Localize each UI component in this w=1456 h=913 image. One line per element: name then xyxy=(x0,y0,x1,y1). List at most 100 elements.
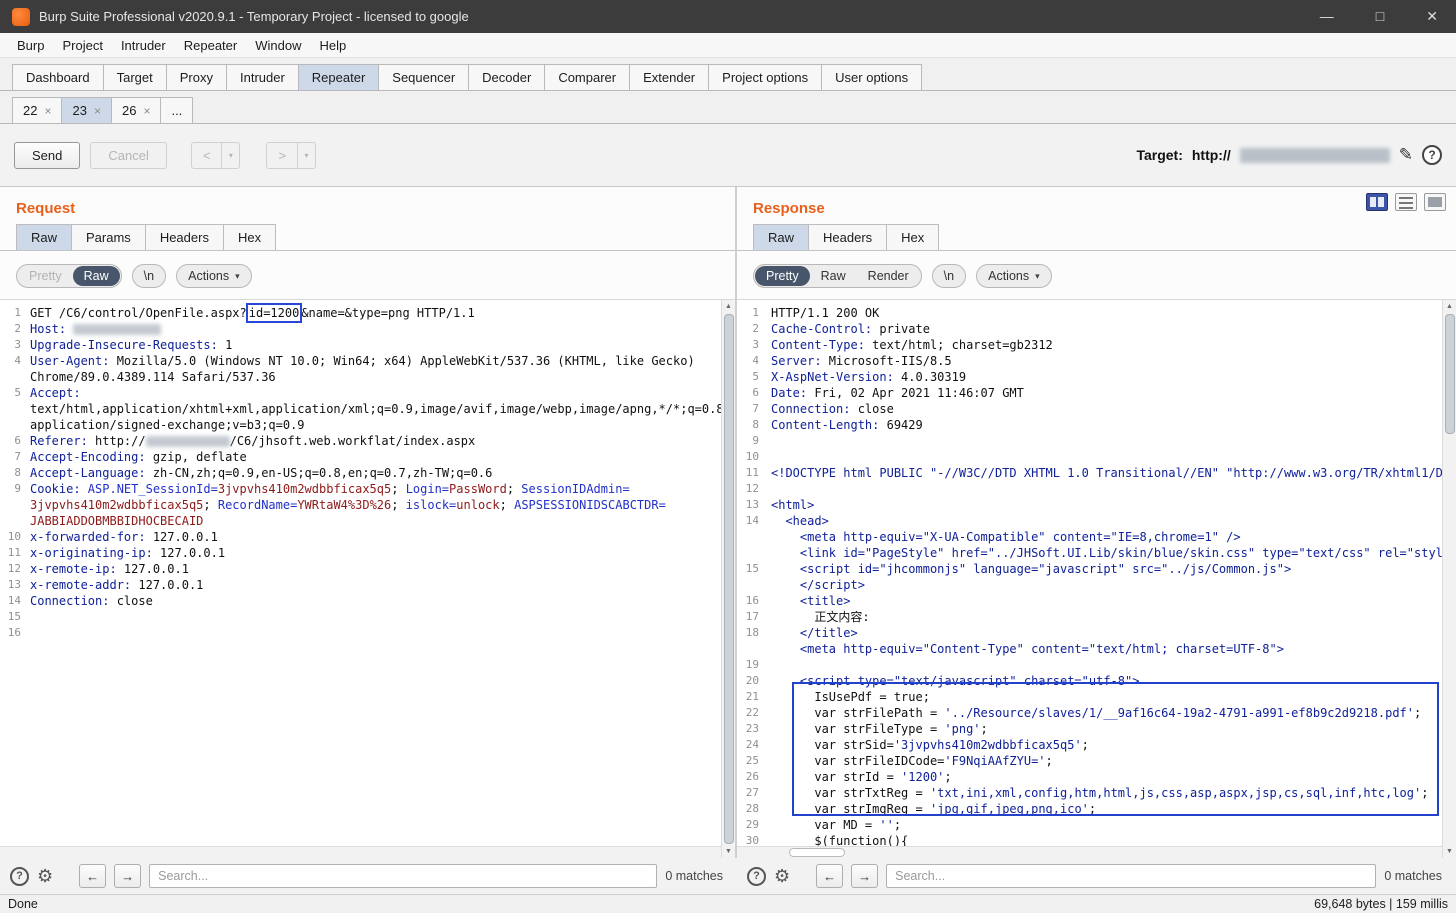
scrollbar-thumb[interactable] xyxy=(724,314,734,844)
code-line[interactable]: 13<html> xyxy=(737,497,1442,513)
newline-button[interactable]: \n xyxy=(932,264,966,288)
menu-repeater[interactable]: Repeater xyxy=(175,35,246,56)
code-line[interactable]: 1GET /C6/control/OpenFile.aspx?id=1200&n… xyxy=(0,305,721,321)
actions-button[interactable]: Actions▾ xyxy=(176,264,252,288)
code-line[interactable]: text/html,application/xhtml+xml,applicat… xyxy=(0,401,721,417)
send-button[interactable]: Send xyxy=(14,142,80,169)
code-line[interactable]: 2Cache-Control: private xyxy=(737,321,1442,337)
code-line[interactable]: 24 var strSid='3jvpvhs410m2wdbbficax5q5'… xyxy=(737,737,1442,753)
view-pretty-chip[interactable]: Pretty xyxy=(18,266,73,286)
code-line[interactable]: 15 xyxy=(0,609,721,625)
repeater-tab-26[interactable]: 26× xyxy=(111,97,161,123)
code-line[interactable]: 11<!DOCTYPE html PUBLIC "-//W3C//DTD XHT… xyxy=(737,465,1442,481)
stacked-view-icon[interactable] xyxy=(1395,193,1417,211)
previous-match-button[interactable]: ← xyxy=(816,864,843,888)
code-line[interactable]: 14 <head> xyxy=(737,513,1442,529)
response-editor-content[interactable]: 1HTTP/1.1 200 OK2Cache-Control: private3… xyxy=(737,300,1442,846)
code-line[interactable]: 29 var MD = ''; xyxy=(737,817,1442,833)
help-icon[interactable]: ? xyxy=(10,867,29,886)
request-search-input[interactable] xyxy=(149,864,657,888)
scroll-down-icon[interactable]: ▼ xyxy=(722,845,736,858)
tab-project-options[interactable]: Project options xyxy=(708,64,822,90)
code-line[interactable]: 25 var strFileIDCode='F9NqiAAfZYU='; xyxy=(737,753,1442,769)
request-tab-hex[interactable]: Hex xyxy=(223,224,276,250)
minimize-button[interactable]: — xyxy=(1320,8,1334,25)
code-line[interactable]: 12x-remote-ip: 127.0.0.1 xyxy=(0,561,721,577)
code-line[interactable]: 26 var strId = '1200'; xyxy=(737,769,1442,785)
code-line[interactable]: 3jvpvhs410m2wdbbficax5q5; RecordName=YWR… xyxy=(0,497,721,513)
code-line[interactable]: 14Connection: close xyxy=(0,593,721,609)
code-line[interactable]: 2Host: xyxy=(0,321,721,337)
request-tab-headers[interactable]: Headers xyxy=(145,224,224,250)
request-vertical-scrollbar[interactable]: ▲ ▼ xyxy=(721,300,735,858)
code-line[interactable]: 22 var strFilePath = '../Resource/slaves… xyxy=(737,705,1442,721)
maximize-button[interactable]: □ xyxy=(1376,8,1384,25)
menu-burp[interactable]: Burp xyxy=(8,35,53,56)
code-line[interactable]: 8Content-Length: 69429 xyxy=(737,417,1442,433)
back-button[interactable]: < ▾ xyxy=(191,142,241,169)
code-line[interactable]: 7Accept-Encoding: gzip, deflate xyxy=(0,449,721,465)
cancel-button[interactable]: Cancel xyxy=(90,142,166,169)
code-line[interactable]: 5Accept: xyxy=(0,385,721,401)
code-line[interactable]: 15 <script id="jhcommonjs" language="jav… xyxy=(737,561,1442,577)
next-match-button[interactable]: → xyxy=(114,864,141,888)
code-line[interactable]: 16 xyxy=(0,625,721,641)
response-horizontal-scrollbar[interactable] xyxy=(737,846,1442,858)
help-icon[interactable]: ? xyxy=(1422,145,1442,165)
code-line[interactable]: 11x-originating-ip: 127.0.0.1 xyxy=(0,545,721,561)
tab-sequencer[interactable]: Sequencer xyxy=(378,64,469,90)
menu-project[interactable]: Project xyxy=(53,35,111,56)
code-line[interactable]: 23 var strFileType = 'png'; xyxy=(737,721,1442,737)
code-line[interactable]: 28 var strImgReg = 'jpg,gif,jpeg,png,ico… xyxy=(737,801,1442,817)
code-line[interactable]: 9Cookie: ASP.NET_SessionId=3jvpvhs410m2w… xyxy=(0,481,721,497)
scrollbar-thumb[interactable] xyxy=(789,848,845,857)
code-line[interactable]: 5X-AspNet-Version: 4.0.30319 xyxy=(737,369,1442,385)
code-line[interactable]: 21 IsUsePdf = true; xyxy=(737,689,1442,705)
repeater-tab-22[interactable]: 22× xyxy=(12,97,62,123)
code-line[interactable]: 4User-Agent: Mozilla/5.0 (Windows NT 10.… xyxy=(0,353,721,369)
code-line[interactable]: 16 <title> xyxy=(737,593,1442,609)
view-raw-chip[interactable]: Raw xyxy=(810,266,857,286)
view-raw-chip[interactable]: Raw xyxy=(73,266,120,286)
code-line[interactable]: 4Server: Microsoft-IIS/8.5 xyxy=(737,353,1442,369)
menu-window[interactable]: Window xyxy=(246,35,310,56)
code-line[interactable]: JABBIADDOBMBBIDHOCBECAID xyxy=(0,513,721,529)
chevron-down-icon[interactable]: ▾ xyxy=(297,143,315,168)
tab-intruder[interactable]: Intruder xyxy=(226,64,299,90)
code-line[interactable]: </script> xyxy=(737,577,1442,593)
tab-extender[interactable]: Extender xyxy=(629,64,709,90)
newline-button[interactable]: \n xyxy=(132,264,166,288)
code-line[interactable]: application/signed-exchange;v=b3;q=0.9 xyxy=(0,417,721,433)
next-match-button[interactable]: → xyxy=(851,864,878,888)
code-line[interactable]: 7Connection: close xyxy=(737,401,1442,417)
scroll-down-icon[interactable]: ▼ xyxy=(1443,845,1456,858)
request-tab-raw[interactable]: Raw xyxy=(16,224,72,250)
code-line[interactable]: 8Accept-Language: zh-CN,zh;q=0.9,en-US;q… xyxy=(0,465,721,481)
single-view-icon[interactable] xyxy=(1424,193,1446,211)
code-line[interactable]: 10x-forwarded-for: 127.0.0.1 xyxy=(0,529,721,545)
view-render-chip[interactable]: Render xyxy=(857,266,920,286)
code-line[interactable]: 20 <script type="text/javascript" charse… xyxy=(737,673,1442,689)
tab-target[interactable]: Target xyxy=(103,64,167,90)
view-pretty-chip[interactable]: Pretty xyxy=(755,266,810,286)
close-tab-icon[interactable]: × xyxy=(44,105,51,117)
code-line[interactable]: 3Upgrade-Insecure-Requests: 1 xyxy=(0,337,721,353)
tab-decoder[interactable]: Decoder xyxy=(468,64,545,90)
settings-gear-icon[interactable]: ⚙ xyxy=(774,866,790,887)
code-line[interactable]: <meta http-equiv="X-UA-Compatible" conte… xyxy=(737,529,1442,545)
response-tab-hex[interactable]: Hex xyxy=(886,224,939,250)
code-line[interactable]: 6Referer: http:///C6/jhsoft.web.workflat… xyxy=(0,433,721,449)
close-tab-icon[interactable]: × xyxy=(143,105,150,117)
tab-comparer[interactable]: Comparer xyxy=(544,64,630,90)
actions-button[interactable]: Actions▾ xyxy=(976,264,1052,288)
repeater-tab-23[interactable]: 23× xyxy=(61,97,111,123)
help-icon[interactable]: ? xyxy=(747,867,766,886)
code-line[interactable]: 3Content-Type: text/html; charset=gb2312 xyxy=(737,337,1442,353)
repeater-tab-more[interactable]: ... xyxy=(160,97,193,123)
tab-user-options[interactable]: User options xyxy=(821,64,922,90)
code-line[interactable]: 18 </title> xyxy=(737,625,1442,641)
tab-dashboard[interactable]: Dashboard xyxy=(12,64,104,90)
code-line[interactable]: 12 xyxy=(737,481,1442,497)
code-line[interactable]: 13x-remote-addr: 127.0.0.1 xyxy=(0,577,721,593)
request-horizontal-scrollbar[interactable] xyxy=(0,846,721,858)
